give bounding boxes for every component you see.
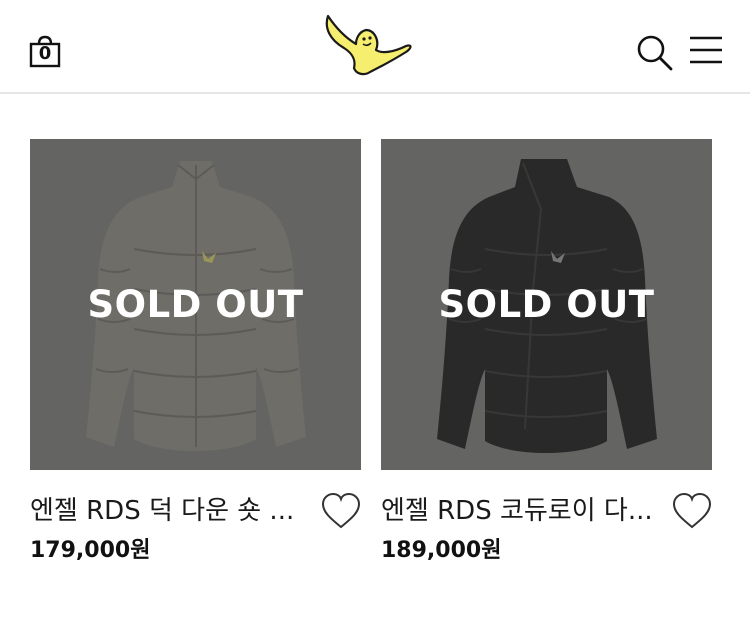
product-price: 189,000원 — [381, 538, 502, 563]
heart-icon — [321, 492, 361, 529]
product-card[interactable]: SOLD OUT 엔젤 RDS 덕 다운 숏 ... 179,000원 — [30, 139, 361, 580]
menu-button[interactable] — [688, 34, 724, 68]
hamburger-menu-icon — [690, 36, 722, 64]
sold-out-label: SOLD OUT — [438, 283, 655, 326]
brand-logo[interactable] — [320, 10, 416, 82]
product-image[interactable]: SOLD OUT — [30, 139, 361, 470]
product-info: 엔젤 RDS 덕 다운 숏 ... 179,000원 — [30, 470, 361, 580]
product-name[interactable]: 엔젤 RDS 코듀로이 다... — [381, 494, 667, 528]
product-name[interactable]: 엔젤 RDS 덕 다운 숏 ... — [30, 494, 316, 528]
site-header: 0 — [0, 0, 750, 94]
sold-out-label: SOLD OUT — [87, 283, 304, 326]
heart-icon — [672, 492, 712, 529]
cart-count-badge: 0 — [38, 43, 52, 64]
product-card[interactable]: SOLD OUT 엔젤 RDS 코듀로이 다... 189,000원 — [381, 139, 712, 580]
product-info: 엔젤 RDS 코듀로이 다... 189,000원 — [381, 470, 712, 580]
product-image[interactable]: SOLD OUT — [381, 139, 712, 470]
angel-bird-logo-icon — [325, 14, 412, 76]
search-icon — [637, 35, 673, 71]
wishlist-button[interactable] — [671, 492, 713, 530]
cart-button[interactable]: 0 — [28, 34, 62, 68]
product-price: 179,000원 — [30, 538, 151, 563]
search-button[interactable] — [634, 32, 674, 72]
wishlist-button[interactable] — [320, 492, 362, 530]
